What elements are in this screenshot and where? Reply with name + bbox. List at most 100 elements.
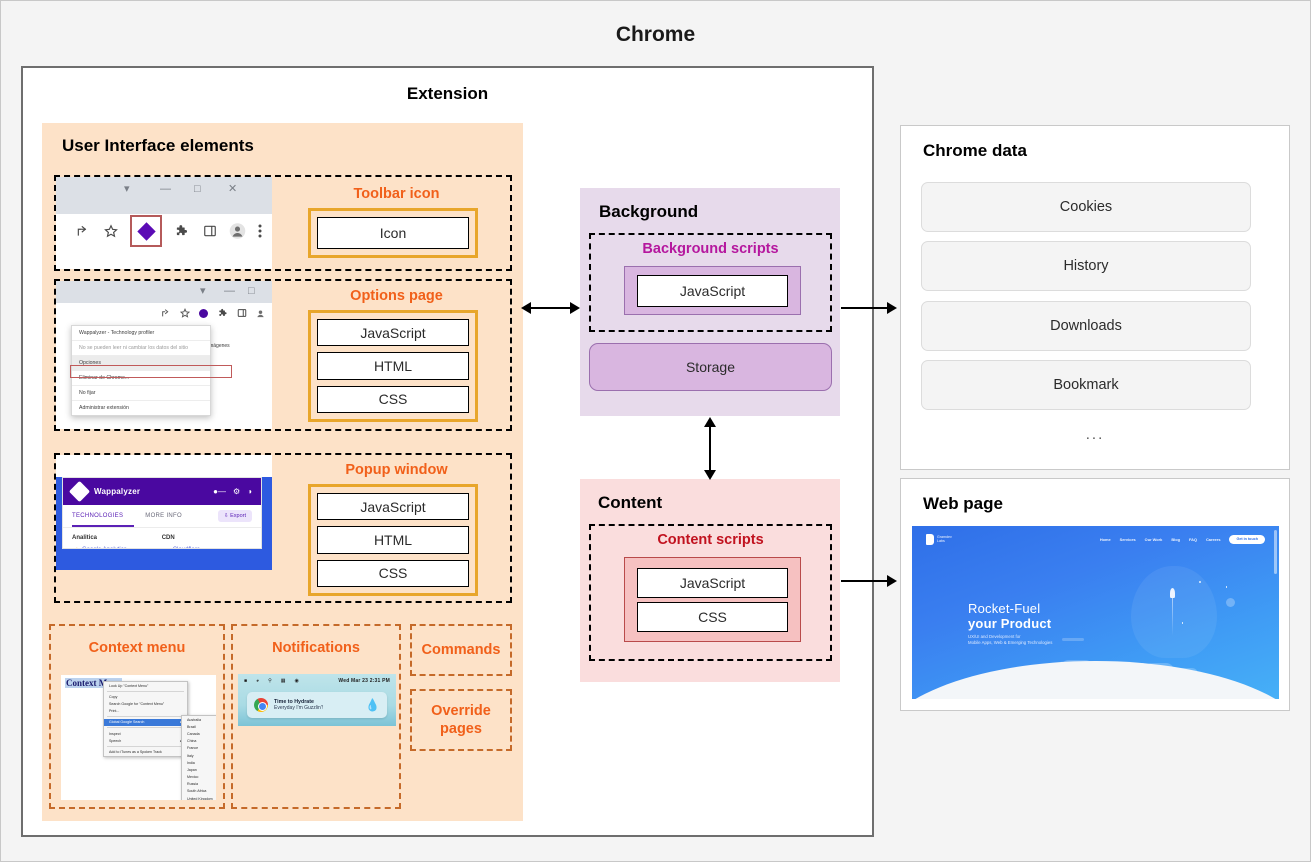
hero-subheading: UX/UI and Development for Mobile Apps, W… bbox=[968, 634, 1052, 647]
background-scripts-block: Background scripts JavaScript bbox=[589, 233, 832, 332]
export-button[interactable]: ⇩ Export bbox=[218, 510, 252, 522]
ui-elements-panel: User Interface elements Toolbar icon Ico… bbox=[42, 123, 523, 821]
code-item-javascript: JavaScript bbox=[637, 568, 788, 598]
nav-link-home[interactable]: Home bbox=[1100, 537, 1111, 542]
share-icon bbox=[160, 308, 171, 319]
arrow-background-content-line bbox=[709, 424, 711, 472]
notification-body: Everyday I'm Guzzlin'! bbox=[274, 705, 323, 711]
submenu-item[interactable]: India bbox=[182, 759, 216, 766]
theme-icon[interactable]: ◑ bbox=[247, 487, 252, 496]
submenu-item[interactable]: Russia bbox=[182, 781, 216, 788]
background-script-frame: JavaScript bbox=[624, 266, 801, 315]
section-label-toolbar-icon: Toolbar icon bbox=[283, 186, 510, 202]
web-page-screenshot: Gramdev Labs Home Services Our Work Blog… bbox=[912, 526, 1279, 699]
content-panel: Content Content scripts JavaScript CSS bbox=[580, 479, 840, 682]
scrollbar-thumb[interactable] bbox=[1274, 530, 1277, 574]
rocket-trail bbox=[1172, 598, 1174, 636]
status-bar-time: Wed Mar 23 2:31 PM bbox=[338, 678, 390, 684]
data-item-history[interactable]: History bbox=[921, 241, 1251, 291]
menu-item[interactable]: Print... bbox=[104, 708, 187, 715]
data-item-bookmark[interactable]: Bookmark bbox=[921, 360, 1251, 410]
side-panel-icon bbox=[236, 308, 247, 319]
chrome-data-title: Chrome data bbox=[923, 141, 1027, 161]
tab-more-info[interactable]: MORE INFO bbox=[145, 513, 182, 519]
nav-link-careers[interactable]: Careers bbox=[1206, 537, 1221, 542]
data-item-cookies[interactable]: Cookies bbox=[921, 182, 1251, 232]
mac-context-menu: Look Up "Context Menu" Copy Search Googl… bbox=[103, 681, 188, 757]
window-minimize-group-icon: ▾ bbox=[124, 184, 130, 195]
submenu-item[interactable]: Brazil bbox=[182, 723, 216, 730]
hero-bottom-curve bbox=[912, 661, 1279, 699]
logo-mark-icon bbox=[926, 534, 934, 545]
control-center-icon: ▦ bbox=[281, 678, 286, 684]
submenu-item[interactable]: Mexico bbox=[182, 774, 216, 781]
logo-text: Gramdev Labs bbox=[937, 535, 952, 544]
section-label-popup-window: Popup window bbox=[283, 462, 510, 478]
gear-icon[interactable]: ⚙ bbox=[233, 487, 240, 496]
notification-card[interactable]: Time to Hydrate Everyday I'm Guzzlin'! 💧 bbox=[247, 692, 387, 718]
background-scripts-label: Background scripts bbox=[591, 241, 830, 257]
section-label-notifications: Notifications bbox=[233, 640, 399, 656]
menu-item[interactable]: Administrar extensión bbox=[72, 401, 210, 415]
menu-item[interactable]: Search Google for "Context Menu" bbox=[104, 700, 187, 707]
code-item-icon: Icon bbox=[317, 217, 469, 249]
screenshot-context-menu: Context Menu Look Up "Context Menu" Copy… bbox=[61, 675, 216, 800]
chrome-data-panel: Chrome data Cookies History Downloads Bo… bbox=[900, 125, 1290, 470]
menu-item[interactable]: Copy bbox=[104, 693, 187, 700]
nav-link-our-work[interactable]: Our Work bbox=[1145, 537, 1163, 542]
moon-icon bbox=[1226, 598, 1235, 607]
submenu-item[interactable]: Canada bbox=[182, 730, 216, 737]
nav-link-faq[interactable]: FAQ bbox=[1189, 537, 1197, 542]
arrow-content-webpage-line bbox=[841, 580, 889, 582]
wappalyzer-logo-icon bbox=[72, 484, 87, 499]
extension-icon-highlight bbox=[130, 215, 162, 247]
extension-container: Extension User Interface elements Toolba… bbox=[21, 66, 874, 837]
section-popup-window: Popup window JavaScript HTML CSS bbox=[54, 453, 512, 603]
column-heading: Analitica bbox=[72, 535, 127, 541]
menu-item[interactable]: Look Up "Context Menu" bbox=[104, 682, 187, 689]
kebab-menu-icon bbox=[257, 223, 263, 240]
popup-code-group: JavaScript HTML CSS bbox=[308, 484, 478, 596]
code-item-html: HTML bbox=[317, 526, 469, 553]
code-item-html: HTML bbox=[317, 352, 469, 379]
menu-item[interactable]: Wappalyzer - Technology profiler bbox=[72, 326, 210, 341]
nav-link-services[interactable]: Services bbox=[1120, 537, 1136, 542]
menu-item[interactable]: Add to iTunes as a Spoken Track bbox=[104, 748, 187, 755]
submenu-item[interactable]: South Africa bbox=[182, 788, 216, 795]
tech-link-cloudflare[interactable]: Cloudflare bbox=[162, 547, 200, 549]
popup-column-cdn: CDN Cloudflare bbox=[162, 535, 200, 549]
screenshot-options-menu: ▾ — □ bbox=[56, 281, 272, 429]
submenu-item[interactable]: Australia bbox=[182, 716, 216, 723]
arrow-background-chromedata-line bbox=[841, 307, 889, 309]
mac-context-submenu: Australia Brazil Canada China France Ita… bbox=[181, 715, 216, 800]
popup-column-analytics: Analitica Google Analytics bbox=[72, 535, 127, 549]
menu-item[interactable]: Speech ▸ bbox=[104, 737, 187, 744]
profile-icon bbox=[229, 223, 246, 240]
screenshot-toolbar: ▾ — □ ✕ bbox=[56, 177, 272, 269]
data-item-downloads[interactable]: Downloads bbox=[921, 301, 1251, 351]
popup-header-icons: ●— ⚙ ◑ bbox=[213, 487, 252, 496]
submenu-item[interactable]: France bbox=[182, 745, 216, 752]
siri-icon: ◉ bbox=[294, 678, 298, 684]
toggle-icon[interactable]: ●— bbox=[213, 487, 226, 496]
site-logo[interactable]: Gramdev Labs bbox=[926, 534, 952, 545]
menu-item[interactable]: Inspect bbox=[104, 730, 187, 737]
cloud-shape bbox=[1062, 638, 1084, 641]
extension-diamond-icon bbox=[198, 308, 209, 319]
nav-link-blog[interactable]: Blog bbox=[1171, 537, 1180, 542]
submenu-item[interactable]: Japan bbox=[182, 766, 216, 773]
submenu-item[interactable]: China bbox=[182, 738, 216, 745]
hero-navbar: Gramdev Labs Home Services Our Work Blog… bbox=[912, 526, 1279, 552]
rocket-icon bbox=[1170, 588, 1175, 598]
tech-link-google-analytics[interactable]: Google Analytics bbox=[72, 547, 127, 549]
section-context-menu: Context menu Context Menu Look Up "Conte… bbox=[49, 624, 225, 809]
submenu-item[interactable]: United Kingdom bbox=[182, 795, 216, 800]
menu-item[interactable]: No fijar bbox=[72, 386, 210, 401]
cta-button[interactable]: Get in touch bbox=[1229, 535, 1265, 544]
tab-technologies[interactable]: TECHNOLOGIES bbox=[72, 513, 123, 519]
submenu-item[interactable]: Italy bbox=[182, 752, 216, 759]
code-item-css: CSS bbox=[637, 602, 788, 632]
background-panel: Background Background scripts JavaScript… bbox=[580, 188, 840, 416]
menu-item-global-google-search[interactable]: Global Google Search ▸ bbox=[104, 719, 187, 726]
content-script-frame: JavaScript CSS bbox=[624, 557, 801, 642]
